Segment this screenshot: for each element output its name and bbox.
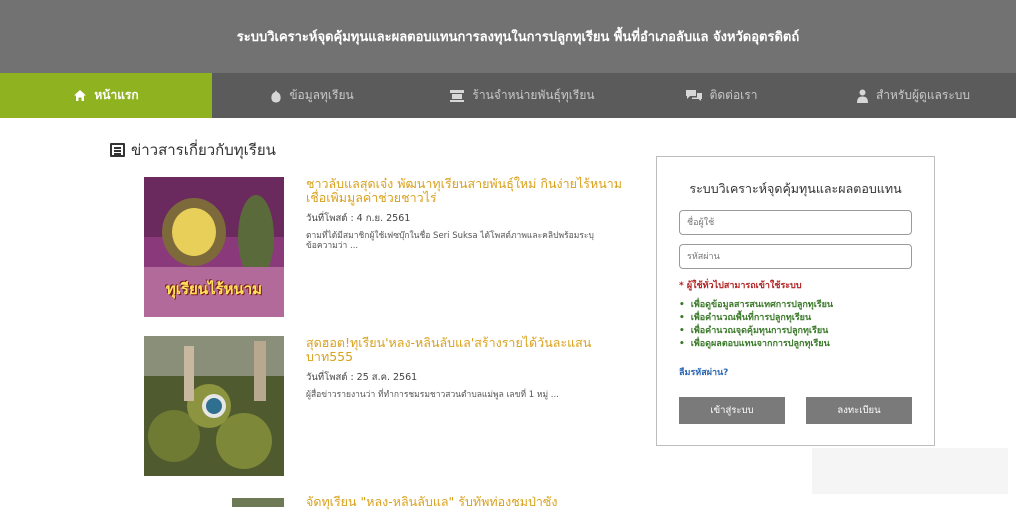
chat-icon [685,90,702,101]
news-date: วันที่โพสต์ : 25 ส.ค. 2561 [306,372,418,383]
home-icon [74,90,87,101]
feature-item: เพื่อดูผลตอบแทนจากการปลูกทุเรียน [679,338,833,351]
news-title[interactable]: สุดฮอต!ทุเรียน'หลง-หลินลับแล'สร้างรายได้… [306,336,622,364]
newspaper-icon [110,143,125,157]
login-title: ระบบวิเคราะห์จุดคุ้มทุนและผลตอบแทน [689,181,902,196]
nav-contact-label: ติดต่อเรา [709,88,758,102]
news-item[interactable]: จัดทุเรียน "หลง-หลินลับแล" รับทัพท่องชมป… [144,495,624,515]
nav-admin-label: สำหรับผู้ดูแลระบบ [875,88,971,102]
nav-durian-info-label: ข้อมูลทุเรียน [289,88,354,102]
admin-user-icon [856,89,868,103]
shop-icon [450,89,465,102]
username-input[interactable] [679,210,912,235]
news-section-label: ข่าวสารเกี่ยวกับทุเรียน [131,141,276,159]
thumbnail-caption: ทุเรียนไร้หนาม [165,280,263,298]
register-button[interactable]: ลงทะเบียน [806,397,912,424]
news-item[interactable]: ทุเรียนไร้หนาม ชาวลับแลสุดเจ๋ง พัฒนาทุเร… [144,177,624,317]
main-nav: หน้าแรก ข้อมูลทุเรียน ร้านจำหน่ายพันธุ์ท… [0,73,1016,118]
forgot-password-link[interactable]: ลืมรหัสผ่าน? [679,365,728,379]
site-title: ระบบวิเคราะห์จุดคุ้มทุนและผลตอบแทนการลงท… [236,30,800,45]
nav-home[interactable]: หน้าแรก [0,73,212,118]
news-desc: ผู้สื่อข่าวรายงานว่า ที่ทำการชมรมชาวสวนต… [306,390,559,400]
nav-admin[interactable]: สำหรับผู้ดูแลระบบ [810,73,1016,118]
news-date: วันที่โพสต์ : 4 ก.ย. 2561 [306,213,411,224]
password-input[interactable] [679,244,912,269]
news-item[interactable]: สุดฮอต!ทุเรียน'หลง-หลินลับแล'สร้างรายได้… [144,336,624,476]
nav-shops[interactable]: ร้านจำหน่ายพันธุ์ทุเรียน [412,73,632,118]
login-notice: * ผู้ใช้ทั่วไปสามารถเข้าใช้ระบบ [679,281,802,291]
nav-home-label: หน้าแรก [94,88,139,102]
news-thumbnail[interactable] [232,495,284,507]
login-panel: ระบบวิเคราะห์จุดคุ้มทุนและผลตอบแทน * ผู้… [656,156,935,446]
nav-shops-label: ร้านจำหน่ายพันธุ์ทุเรียน [472,88,595,102]
nav-contact[interactable]: ติดต่อเรา [632,73,810,118]
blank-panel [812,448,1008,494]
news-title[interactable]: ชาวลับแลสุดเจ๋ง พัฒนาทุเรียนสายพันธุ์ใหม… [306,177,622,205]
news-section-title: ข่าวสารเกี่ยวกับทุเรียน [110,138,276,162]
feature-item: เพื่อดูข้อมูลสารสนเทศการปลูกทุเรียน [679,299,833,312]
login-button[interactable]: เข้าสู่ระบบ [679,397,785,424]
news-thumbnail[interactable] [144,336,284,476]
news-title[interactable]: จัดทุเรียน "หลง-หลินลับแล" รับทัพท่องชมป… [306,495,622,509]
site-header: ระบบวิเคราะห์จุดคุ้มทุนและผลตอบแทนการลงท… [0,0,1016,73]
news-thumbnail[interactable]: ทุเรียนไร้หนาม [144,177,284,317]
nav-durian-info[interactable]: ข้อมูลทุเรียน [212,73,412,118]
feature-item: เพื่อคำนวณพื้นที่การปลูกทุเรียน [679,312,833,325]
news-desc: ตามที่ได้มีสมาชิกผู้ใช้เฟซบุ๊กในชื่อ Ser… [306,231,594,251]
feature-list: เพื่อดูข้อมูลสารสนเทศการปลูกทุเรียน เพื่… [679,299,833,351]
feature-item: เพื่อคำนวณจุดคุ้มทุนการปลูกทุเรียน [679,325,833,338]
durian-icon [271,89,281,102]
